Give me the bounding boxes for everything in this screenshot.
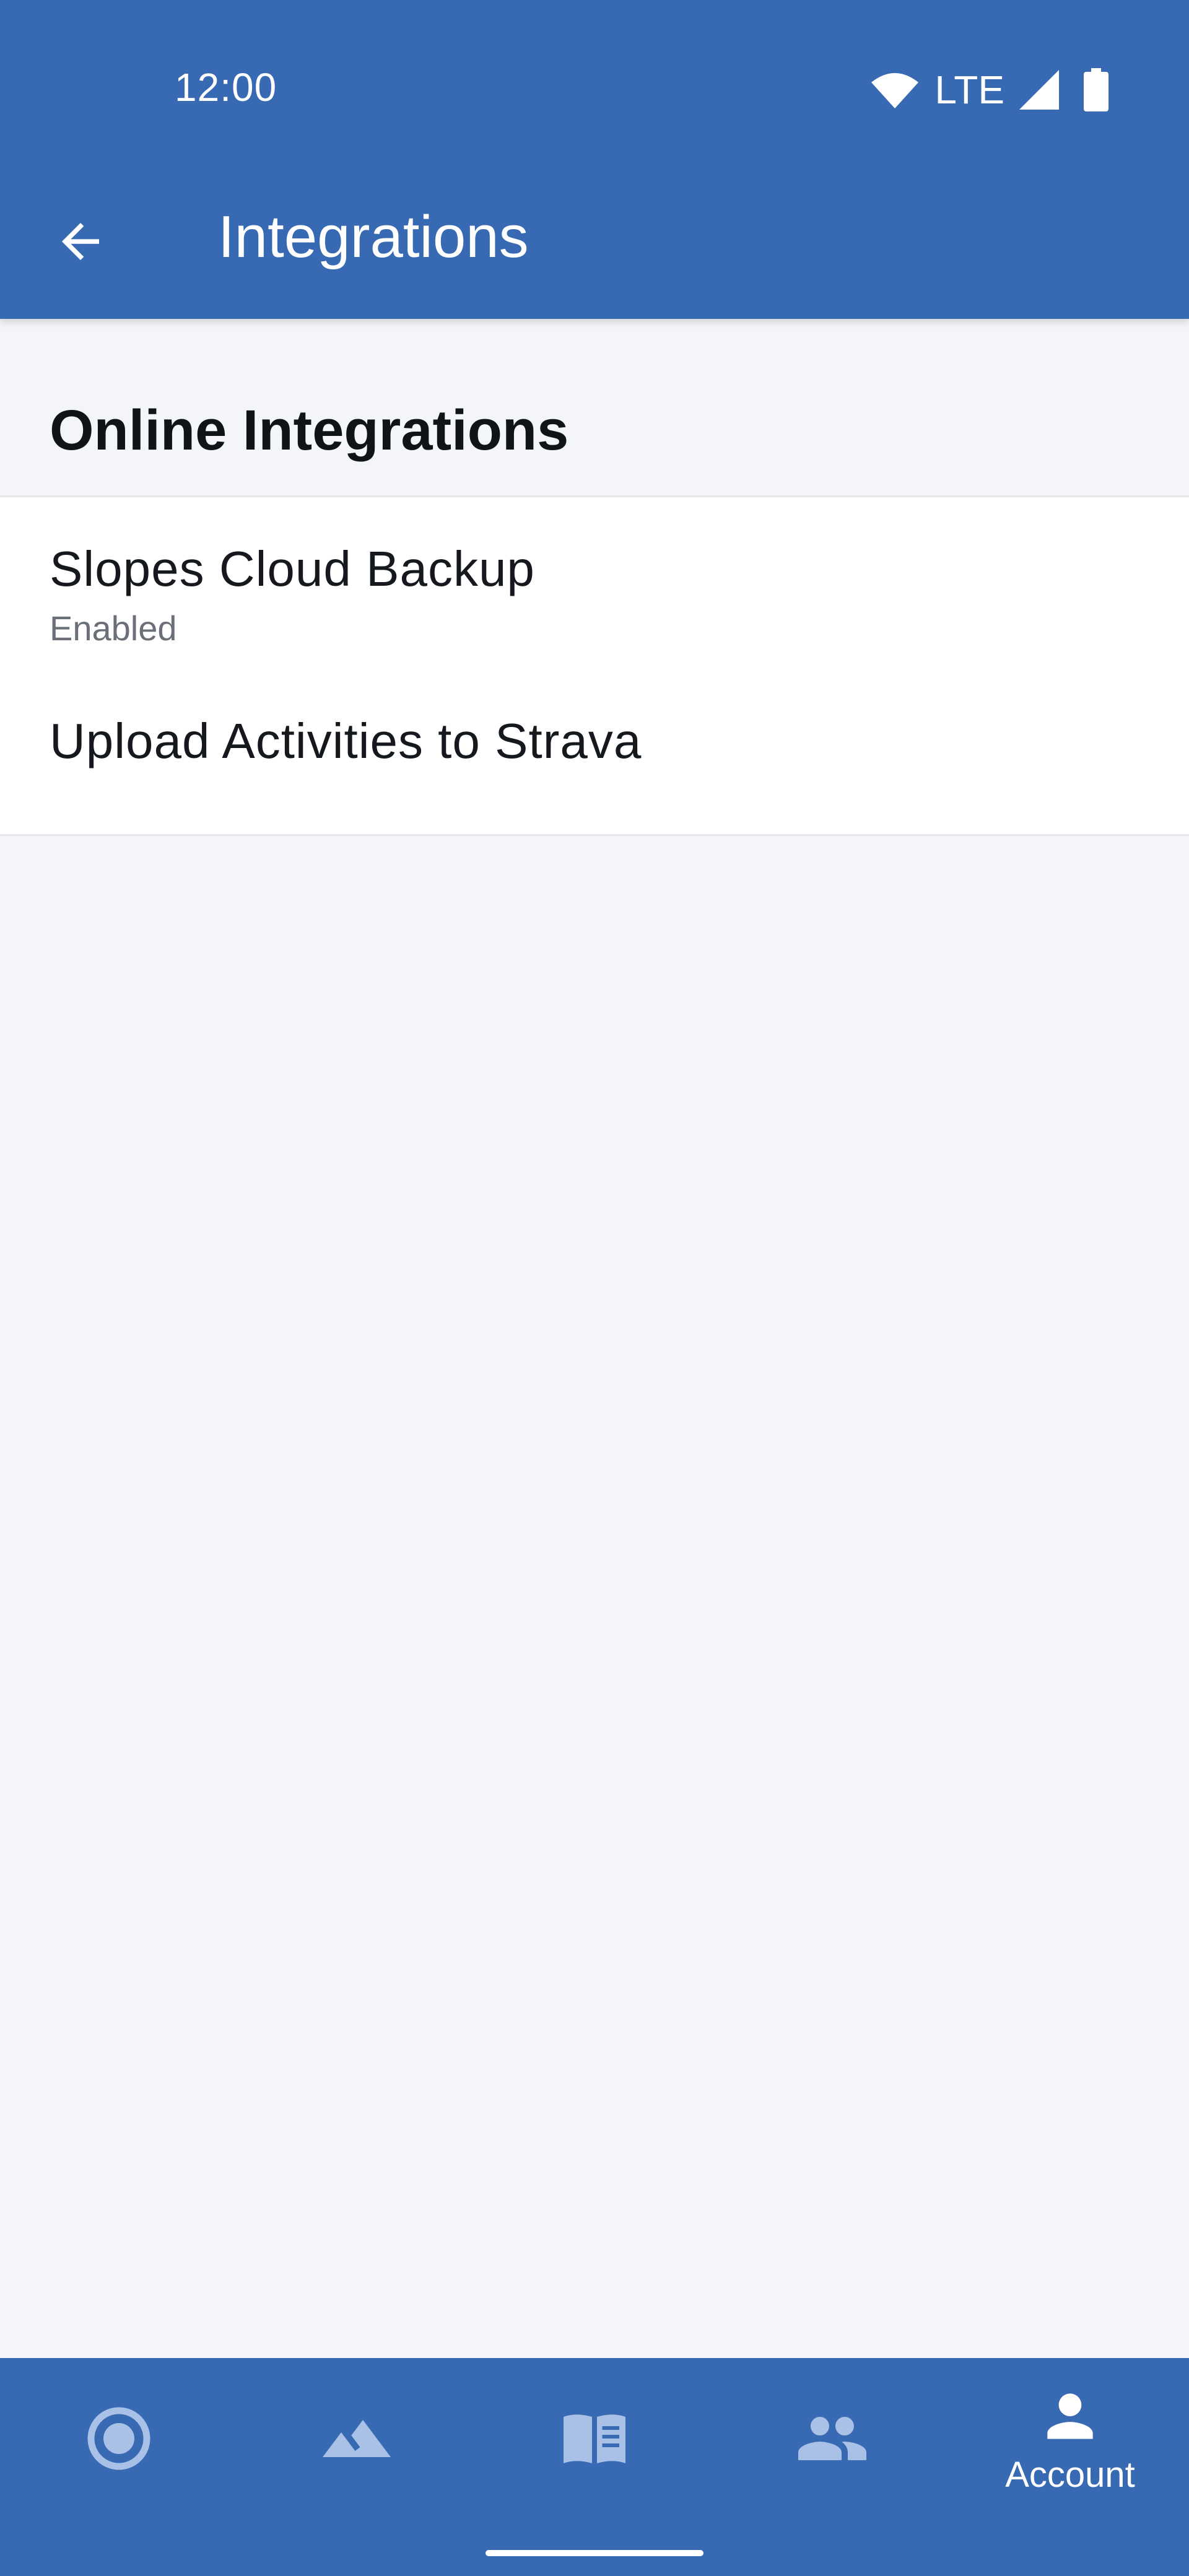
nav-item-record[interactable] <box>0 2358 238 2519</box>
list-item-title: Slopes Cloud Backup <box>50 541 535 596</box>
list-item-title: Upload Activities to Strava <box>50 713 642 768</box>
wifi-icon <box>871 73 919 108</box>
back-button[interactable] <box>37 198 124 285</box>
arrow-back-icon <box>62 223 99 260</box>
status-bar: 12:00 LTE <box>0 0 1189 167</box>
section-title: Online Integrations <box>50 399 569 462</box>
nav-item-account[interactable]: Account <box>951 2358 1189 2519</box>
app-bar <box>0 167 1189 319</box>
list-item-upload-to-strava[interactable]: Upload Activities to Strava <box>0 677 1189 836</box>
nav-label-account: Account <box>1005 2454 1135 2495</box>
network-type-label: LTE <box>934 67 1004 112</box>
people-icon <box>798 2417 866 2460</box>
signal-icon <box>1019 70 1059 110</box>
mountain-icon <box>323 2420 391 2457</box>
list-item-subtitle: Enabled <box>50 609 177 648</box>
integrations-list: Slopes Cloud Backup Enabled Upload Activ… <box>0 495 1189 836</box>
status-icons: LTE <box>870 65 1108 115</box>
book-icon <box>564 2414 625 2463</box>
list-item-slopes-cloud-backup[interactable]: Slopes Cloud Backup Enabled <box>0 497 1189 677</box>
bottom-navigation: Account <box>0 2358 1189 2576</box>
nav-item-resorts[interactable] <box>238 2358 476 2519</box>
page-title: Integrations <box>218 204 529 270</box>
gesture-handle <box>486 2550 703 2556</box>
nav-item-logbook[interactable] <box>476 2358 713 2519</box>
battery-icon <box>1084 68 1108 111</box>
person-icon <box>1047 2393 1093 2439</box>
nav-item-friends[interactable] <box>713 2358 951 2519</box>
record-icon <box>87 2407 150 2470</box>
status-time: 12:00 <box>175 65 277 110</box>
